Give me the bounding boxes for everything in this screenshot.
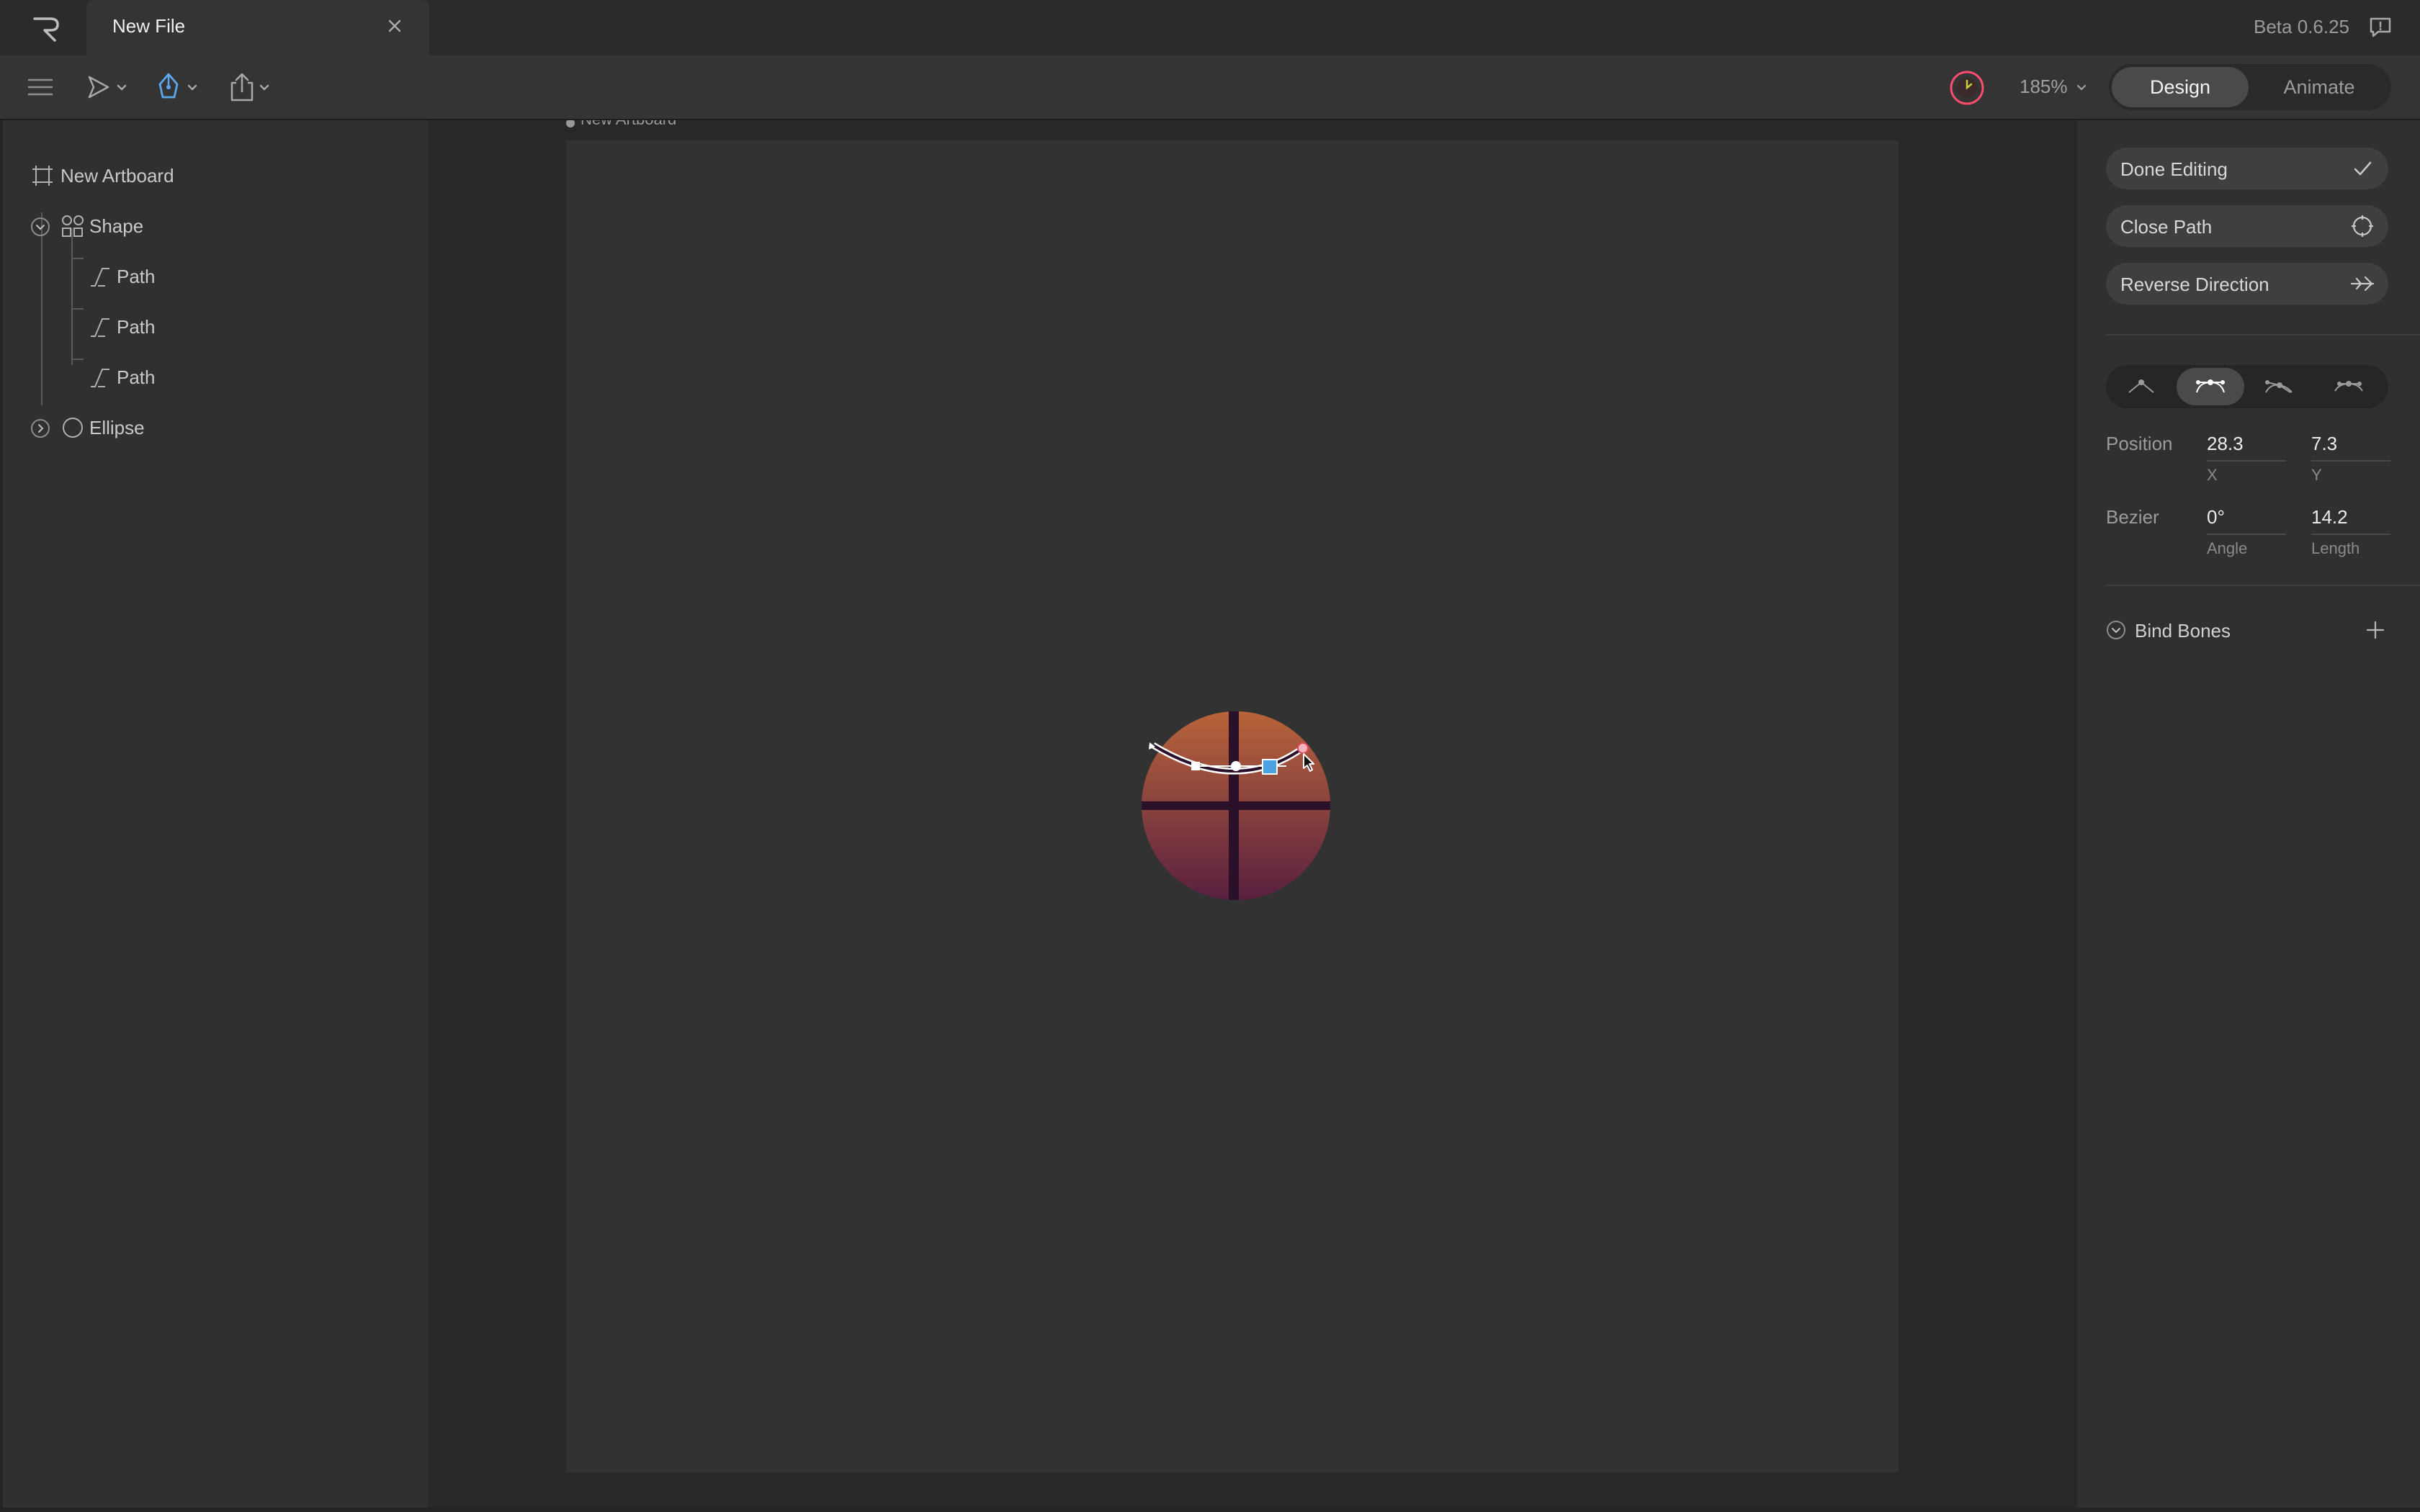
inspector-panel: Done Editing Close Path Reverse Directio… — [2077, 120, 2420, 1508]
position-x-input[interactable]: 28.3 — [2207, 433, 2244, 455]
tree-item-label: Path — [117, 366, 156, 388]
menu-icon[interactable] — [26, 70, 55, 104]
add-bone-icon[interactable] — [2364, 618, 2387, 642]
close-path-button[interactable]: Close Path — [2106, 205, 2388, 247]
file-tab[interactable]: New File — [86, 0, 429, 55]
mirrored-vertex-icon — [2196, 379, 2225, 393]
path-vertex — [1231, 761, 1241, 771]
corner-vertex-button[interactable] — [2107, 368, 2175, 405]
chevron-down-icon — [2076, 85, 2086, 91]
path-icon — [91, 318, 109, 337]
asymmetric-vertex-button[interactable] — [2315, 368, 2383, 405]
detached-vertex-icon — [2265, 380, 2293, 393]
check-icon — [2354, 161, 2372, 176]
tree-item-path[interactable]: Path — [3, 306, 428, 349]
mode-toggle: Design Animate — [2109, 64, 2391, 110]
artboard-label[interactable]: New Artboard — [581, 120, 676, 129]
done-editing-button[interactable]: Done Editing — [2106, 148, 2388, 189]
bezier-handle-out — [1262, 759, 1278, 775]
input-underline — [2311, 460, 2390, 462]
chevron-down-icon[interactable] — [2106, 620, 2126, 640]
bezier-label: Bezier — [2106, 506, 2159, 528]
pen-tool-icon[interactable] — [154, 70, 209, 104]
record-icon[interactable] — [1949, 70, 1985, 106]
tree-item-path[interactable]: Path — [3, 256, 428, 299]
close-icon[interactable] — [380, 12, 409, 40]
divider — [2106, 585, 2420, 586]
mirrored-vertex-button[interactable] — [2177, 368, 2244, 405]
artwork — [1142, 711, 1330, 900]
button-label: Close Path — [2120, 216, 2213, 238]
path-icon — [91, 268, 109, 287]
title-bar: New File Beta 0.6.25 — [0, 0, 2420, 55]
bezier-handle-in — [1191, 762, 1200, 770]
tree-item-new-artboard[interactable]: New Artboard — [3, 155, 428, 198]
ellipse-icon — [63, 418, 83, 438]
tree-item-path[interactable]: Path — [3, 356, 428, 400]
corner-vertex-icon — [2128, 379, 2154, 393]
stage-canvas[interactable]: New Artboard — [428, 120, 2077, 1508]
bezier-length-label: Length — [2311, 539, 2360, 557]
export-icon[interactable] — [228, 70, 275, 104]
select-tool-icon[interactable] — [84, 70, 138, 104]
shape-icon — [62, 215, 84, 237]
reverse-direction-icon — [2350, 276, 2375, 292]
tree-item-label: Path — [117, 266, 156, 287]
feedback-icon[interactable] — [2368, 16, 2393, 39]
chevron-right-icon[interactable] — [30, 418, 50, 438]
input-underline — [2311, 534, 2390, 535]
zoom-value: 185% — [2020, 76, 2068, 97]
tree-item-label: New Artboard — [60, 165, 174, 186]
hierarchy-panel: New Artboard Shape Path Path Path Ellips… — [3, 120, 428, 1508]
vertex-mode-selector — [2106, 365, 2388, 408]
button-label: Done Editing — [2120, 158, 2228, 180]
chevron-down-icon[interactable] — [30, 217, 50, 237]
path-icon — [91, 369, 109, 387]
artboard-marker — [566, 120, 575, 127]
bezier-angle-input[interactable]: 0° — [2207, 506, 2225, 528]
tree-item-label: Path — [117, 316, 156, 338]
input-underline — [2207, 460, 2286, 462]
tree-item-label: Shape — [89, 215, 144, 237]
artboard[interactable] — [566, 140, 1899, 1472]
position-label: Position — [2106, 433, 2173, 454]
zoom-dropdown[interactable]: 185% — [2020, 76, 2087, 98]
input-underline — [2207, 534, 2286, 535]
bezier-length-input[interactable]: 14.2 — [2311, 506, 2348, 528]
rive-logo-icon[interactable] — [29, 14, 65, 43]
design-mode-button[interactable]: Design — [2112, 67, 2249, 107]
bind-bones-label: Bind Bones — [2135, 620, 2231, 642]
position-x-label: X — [2207, 466, 2218, 484]
path-end-vertex — [1297, 742, 1309, 754]
tree-item-shape[interactable]: Shape — [3, 205, 428, 248]
tab-title: New File — [112, 15, 186, 37]
asymmetric-vertex-icon — [2334, 381, 2363, 392]
reverse-direction-button[interactable]: Reverse Direction — [2106, 263, 2388, 305]
toolbar: 185% Design Animate — [0, 55, 2420, 120]
detached-vertex-button[interactable] — [2246, 368, 2313, 405]
animate-mode-button[interactable]: Animate — [2250, 67, 2388, 107]
version-label: Beta 0.6.25 — [2254, 16, 2349, 37]
button-label: Reverse Direction — [2120, 274, 2269, 295]
tree-item-label: Ellipse — [89, 417, 145, 438]
bezier-angle-label: Angle — [2207, 539, 2248, 557]
divider — [2106, 334, 2420, 336]
close-path-icon — [2352, 215, 2373, 237]
tree-item-ellipse[interactable]: Ellipse — [3, 407, 428, 450]
artboard-icon — [32, 166, 53, 186]
position-y-label: Y — [2311, 466, 2322, 484]
position-y-input[interactable]: 7.3 — [2311, 433, 2337, 455]
